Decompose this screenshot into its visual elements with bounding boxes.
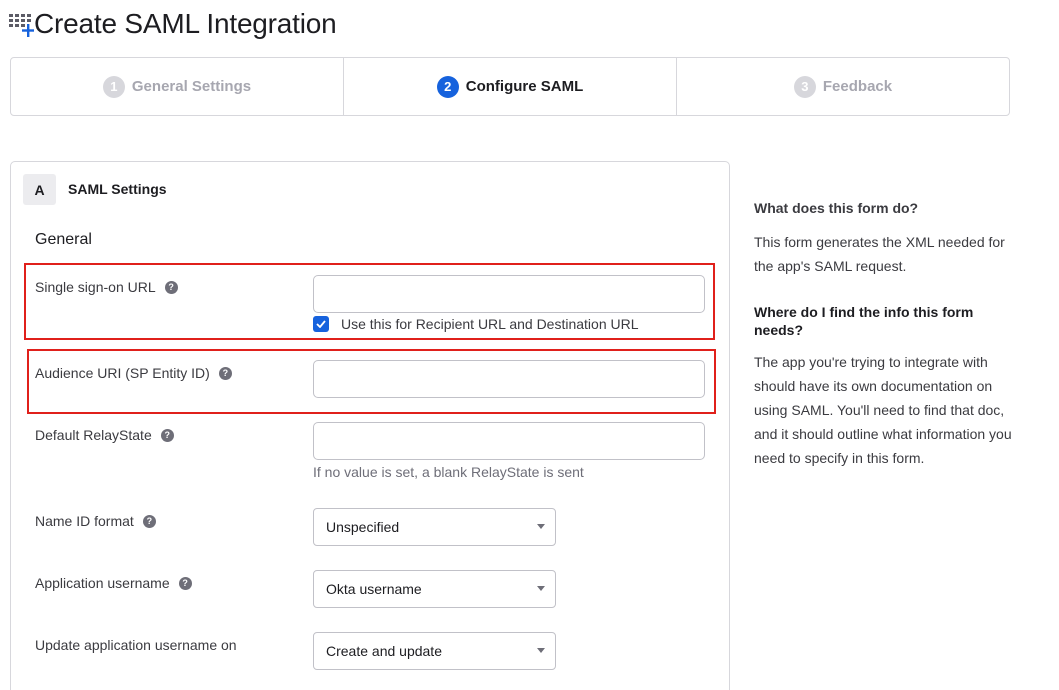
- name-id-format-label: Name ID format ?: [35, 513, 156, 529]
- name-id-format-select[interactable]: Unspecified: [313, 508, 556, 546]
- step-label: Feedback: [822, 78, 893, 95]
- help-icon[interactable]: ?: [218, 366, 232, 380]
- recipient-url-checkbox-row[interactable]: Use this for Recipient URL and Destinati…: [313, 316, 639, 332]
- audience-uri-label: Audience URI (SP Entity ID) ?: [35, 365, 232, 381]
- step-configure-saml[interactable]: 2 Configure SAML: [344, 58, 677, 115]
- app-username-label-text: Application username: [35, 575, 170, 591]
- help-answer-1: This form generates the XML needed for t…: [754, 234, 1005, 274]
- select-value: Unspecified: [326, 519, 400, 535]
- help-icon[interactable]: ?: [164, 280, 178, 294]
- update-username-label-text: Update application username on: [35, 637, 237, 653]
- page-title: Create SAML Integration: [34, 8, 337, 39]
- section-badge: A: [23, 174, 56, 205]
- chevron-down-icon: [537, 648, 545, 653]
- step-feedback[interactable]: 3 Feedback: [677, 58, 1009, 115]
- help-icon[interactable]: ?: [160, 428, 174, 442]
- step-number-2: 2: [436, 75, 459, 98]
- checkbox-checked-icon[interactable]: [313, 316, 329, 332]
- select-value: Okta username: [326, 581, 422, 597]
- section-title: SAML Settings: [68, 181, 167, 197]
- name-id-format-label-text: Name ID format: [35, 513, 134, 529]
- app-username-select[interactable]: Okta username: [313, 570, 556, 608]
- saml-settings-card: A SAML Settings General Single sign-on U…: [10, 161, 730, 690]
- relay-state-hint: If no value is set, a blank RelayState i…: [313, 464, 584, 480]
- relay-state-input[interactable]: [313, 422, 705, 460]
- step-general-settings[interactable]: 1 General Settings: [11, 58, 344, 115]
- select-value: Create and update: [326, 643, 442, 659]
- step-label: General Settings: [131, 78, 252, 95]
- sso-url-label: Single sign-on URL ?: [35, 279, 178, 295]
- help-icon[interactable]: ?: [142, 514, 156, 528]
- sso-url-label-text: Single sign-on URL: [35, 279, 156, 295]
- step-number-3: 3: [793, 75, 816, 98]
- audience-uri-input[interactable]: [313, 360, 705, 398]
- chevron-down-icon: [537, 524, 545, 529]
- step-number-1: 1: [102, 75, 125, 98]
- app-username-label: Application username ?: [35, 575, 192, 591]
- help-icon[interactable]: ?: [178, 576, 192, 590]
- checkbox-label: Use this for Recipient URL and Destinati…: [341, 316, 639, 332]
- step-label: Configure SAML: [465, 78, 584, 95]
- help-answer-2: The app you're trying to integrate with …: [754, 354, 1012, 466]
- group-title: General: [35, 231, 92, 248]
- relay-state-label-text: Default RelayState: [35, 427, 152, 443]
- audience-uri-label-text: Audience URI (SP Entity ID): [35, 365, 210, 381]
- update-username-select[interactable]: Create and update: [313, 632, 556, 670]
- help-question-1: What does this form do?: [754, 200, 919, 216]
- sso-url-input[interactable]: [313, 275, 705, 313]
- update-username-label: Update application username on: [35, 637, 237, 653]
- wizard-steps: 1 General Settings 2 Configure SAML 3 Fe…: [10, 57, 1010, 116]
- app-grid-add-icon: [8, 9, 34, 39]
- page-header: Create SAML Integration: [8, 6, 337, 42]
- chevron-down-icon: [537, 586, 545, 591]
- help-question-2: Where do I find the info this form needs…: [754, 304, 974, 338]
- relay-state-label: Default RelayState ?: [35, 427, 174, 443]
